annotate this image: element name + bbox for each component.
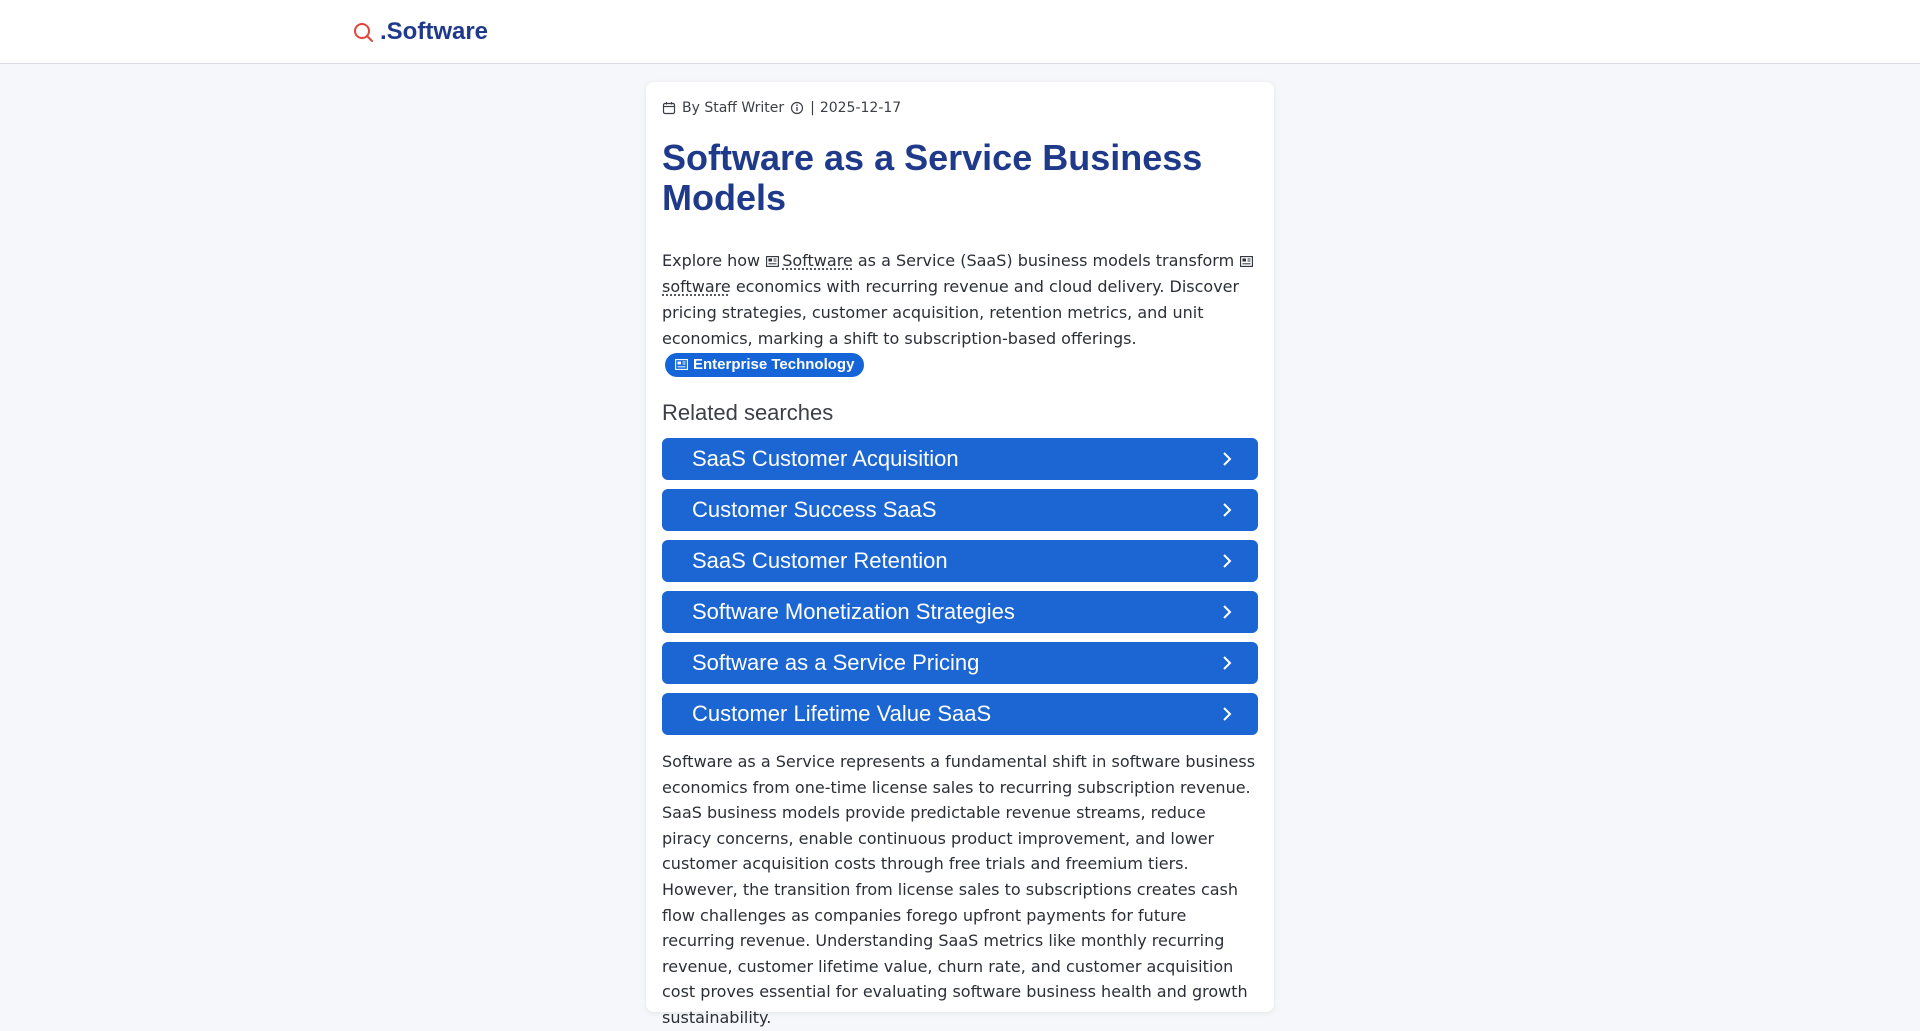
date-separator: |	[810, 100, 815, 116]
related-search-label: SaaS Customer Retention	[692, 548, 948, 574]
keyword-link-software[interactable]: Software	[782, 251, 853, 270]
chevron-right-icon	[1220, 603, 1234, 621]
related-search-label: Software Monetization Strategies	[692, 599, 1015, 625]
chevron-right-icon	[1220, 654, 1234, 672]
related-search-item[interactable]: Software Monetization Strategies	[662, 591, 1258, 633]
newspaper-icon	[675, 359, 688, 370]
article-author: By Staff Writer	[682, 100, 784, 116]
related-searches-list: SaaS Customer Acquisition Customer Succe…	[662, 438, 1258, 735]
newspaper-icon	[1240, 256, 1253, 267]
related-search-item[interactable]: SaaS Customer Acquisition	[662, 438, 1258, 480]
chevron-right-icon	[1220, 450, 1234, 468]
calendar-icon	[662, 101, 676, 115]
keyword-link-software-lower[interactable]: software	[662, 277, 731, 296]
chevron-right-icon	[1220, 705, 1234, 723]
related-search-item[interactable]: Customer Success SaaS	[662, 489, 1258, 531]
category-tag-label: Enterprise Technology	[693, 355, 854, 375]
chevron-right-icon	[1220, 552, 1234, 570]
search-icon	[352, 21, 374, 43]
intro-text-3: economics with recurring revenue and clo…	[662, 277, 1239, 348]
info-icon	[790, 101, 804, 115]
related-search-label: Software as a Service Pricing	[692, 650, 979, 676]
intro-text-2: as a Service (SaaS) business models tran…	[858, 251, 1234, 270]
related-search-item[interactable]: Customer Lifetime Value SaaS	[662, 693, 1258, 735]
brand-name: .Software	[380, 18, 488, 46]
page-title: Software as a Service Business Models	[662, 138, 1258, 218]
article-card: By Staff Writer | 2025-12-17 Software as…	[646, 82, 1274, 1012]
related-search-label: Customer Success SaaS	[692, 497, 937, 523]
related-search-label: Customer Lifetime Value SaaS	[692, 701, 991, 727]
article-meta: By Staff Writer | 2025-12-17	[662, 98, 1258, 118]
newspaper-icon	[766, 256, 779, 267]
site-header: .Software	[0, 0, 1920, 64]
intro-text-1: Explore how	[662, 251, 760, 270]
article-intro: Explore how Software as a Service (SaaS)…	[662, 248, 1258, 378]
related-search-item[interactable]: SaaS Customer Retention	[662, 540, 1258, 582]
article-date: 2025-12-17	[820, 100, 901, 116]
related-search-label: SaaS Customer Acquisition	[692, 446, 959, 472]
brand-link[interactable]: .Software	[352, 18, 488, 46]
related-searches-heading: Related searches	[662, 400, 1258, 430]
category-tag[interactable]: Enterprise Technology	[665, 353, 864, 377]
related-search-item[interactable]: Software as a Service Pricing	[662, 642, 1258, 684]
article-body: Software as a Service represents a funda…	[662, 749, 1258, 1031]
chevron-right-icon	[1220, 501, 1234, 519]
